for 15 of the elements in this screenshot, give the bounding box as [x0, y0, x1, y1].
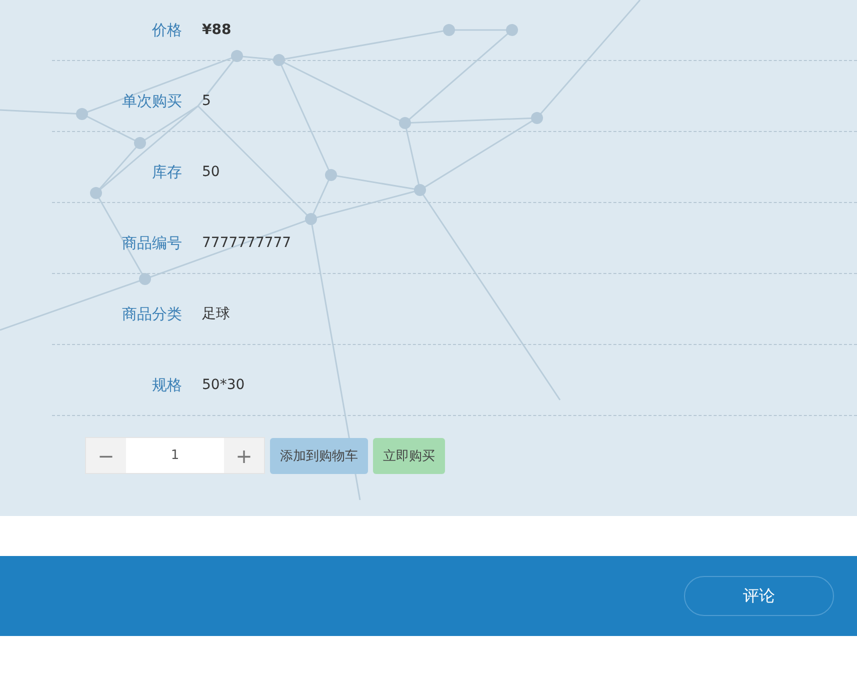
field-value: 足球	[202, 305, 230, 323]
field-label: 规格	[151, 376, 182, 394]
field-label: 价格	[151, 21, 182, 39]
field-value: 50	[202, 163, 220, 181]
field-label: 库存	[151, 163, 182, 181]
price-value: ¥88	[202, 21, 232, 39]
comment-button[interactable]: 评论	[684, 576, 834, 616]
buy-now-button[interactable]: 立即购买	[373, 438, 445, 474]
field-label: 商品分类	[121, 305, 182, 323]
field-label: 商品编号	[121, 234, 182, 252]
field-value: 50*30	[202, 376, 245, 394]
field-value: 5	[202, 92, 211, 110]
add-to-cart-button[interactable]: 添加到购物车	[270, 438, 368, 474]
field-value: 7777777777	[202, 234, 292, 252]
field-label: 单次购买	[121, 92, 182, 110]
